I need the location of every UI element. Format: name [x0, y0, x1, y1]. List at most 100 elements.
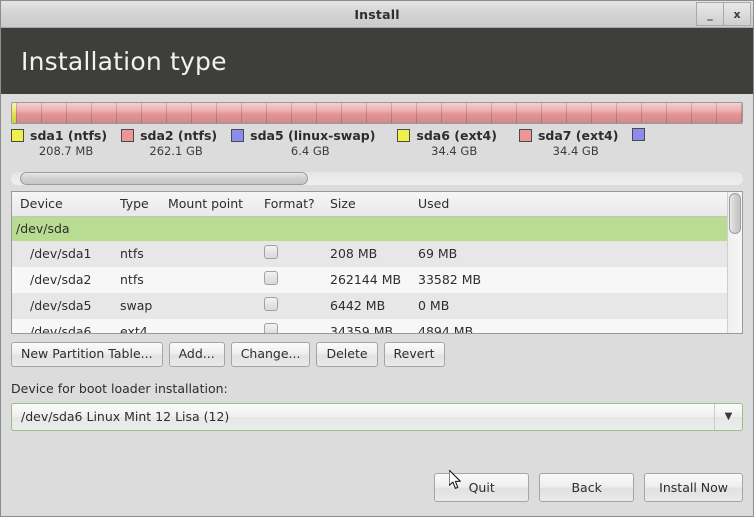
legend-color-swatch-icon — [632, 128, 646, 141]
legend-color-swatch-icon — [518, 129, 532, 142]
format-checkbox[interactable] — [264, 323, 278, 333]
title-bar: Install _ x — [1, 1, 753, 28]
format-checkbox[interactable] — [264, 297, 278, 311]
format-checkbox[interactable] — [264, 271, 278, 285]
cell-used: 69 MB — [418, 241, 727, 267]
window-controls: _ x — [696, 2, 751, 26]
column-header-size[interactable]: Size — [330, 192, 418, 217]
minimize-button[interactable]: _ — [696, 2, 724, 26]
table-header-row: Device Type Mount point Format? Size Use… — [12, 192, 727, 217]
cell-format — [264, 216, 330, 241]
partition-bar-section — [11, 94, 743, 124]
segment-ticks — [16, 103, 742, 123]
partition-table-scrollbar-thumb[interactable] — [729, 193, 741, 234]
legend-item[interactable] — [632, 128, 651, 142]
column-header-type[interactable]: Type — [120, 192, 168, 217]
delete-partition-button[interactable]: Delete — [316, 342, 378, 367]
legend-item-label: sda2 (ntfs) — [140, 128, 218, 143]
legend-item-size: 34.4 GB — [552, 144, 599, 158]
format-checkbox[interactable] — [264, 245, 278, 259]
legend-item-header: sda5 (linux-swap) — [231, 128, 375, 143]
cell-mount-point — [168, 216, 264, 241]
boot-loader-device-select[interactable]: /dev/sda6 Linux Mint 12 Lisa (12) ▼ — [11, 402, 743, 431]
cell-device: /dev/sda1 — [12, 241, 120, 267]
table-row[interactable]: /dev/sda5 swap 6442 MB 0 MB — [12, 293, 727, 319]
cell-used: 33582 MB — [418, 267, 727, 293]
legend-scrollbar-thumb[interactable] — [20, 172, 308, 185]
install-now-button[interactable]: Install Now — [644, 473, 743, 502]
legend-item[interactable]: sda6 (ext4) 34.4 GB — [397, 128, 497, 158]
column-header-mount-point[interactable]: Mount point — [168, 192, 264, 217]
legend-item-header: sda1 (ntfs) — [11, 128, 107, 143]
partition-legend: sda1 (ntfs) 208.7 MB sda2 (ntfs) 262.1 GB sd… — [11, 128, 743, 170]
boot-loader-label: Device for boot loader installation: — [11, 380, 228, 396]
cell-size: 6442 MB — [330, 293, 418, 319]
legend-color-swatch-icon — [231, 129, 245, 142]
cell-device: /dev/sda6 — [12, 319, 120, 333]
table-row[interactable]: /dev/sda6 ext4 34359 MB 4894 MB — [12, 319, 727, 333]
quit-button[interactable]: Quit — [434, 473, 530, 502]
revert-button[interactable]: Revert — [383, 342, 445, 367]
partition-table-vertical-scrollbar[interactable] — [727, 192, 742, 333]
page-title: Installation type — [21, 46, 227, 76]
legend-item-label: sda7 (ext4) — [537, 128, 619, 143]
partition-table: Device Type Mount point Format? Size Use… — [12, 192, 727, 333]
legend-item[interactable]: sda7 (ext4) 34.4 GB — [518, 128, 619, 158]
legend-item-size: 208.7 MB — [38, 144, 94, 158]
add-partition-button[interactable]: Add... — [168, 342, 225, 367]
column-header-device[interactable]: Device — [12, 192, 120, 217]
legend-item-label: sda6 (ext4) — [416, 128, 497, 143]
legend-item[interactable]: sda1 (ntfs) 208.7 MB — [11, 128, 107, 158]
table-row[interactable]: /dev/sda1 ntfs 208 MB 69 MB — [12, 241, 727, 267]
table-row-disk[interactable]: /dev/sda — [12, 216, 727, 241]
cell-used — [418, 216, 727, 241]
legend-color-swatch-icon — [397, 129, 411, 142]
table-row[interactable]: /dev/sda2 ntfs 262144 MB 33582 MB — [12, 267, 727, 293]
cell-type: ntfs — [120, 241, 168, 267]
cell-mount-point — [168, 319, 264, 333]
new-partition-table-button[interactable]: New Partition Table... — [11, 342, 163, 367]
legend-item-header: sda6 (ext4) — [397, 128, 497, 143]
cell-format — [264, 293, 330, 319]
cell-device: /dev/sda2 — [12, 267, 120, 293]
partition-usage-bar[interactable] — [11, 102, 743, 124]
main-content: sda1 (ntfs) 208.7 MB sda2 (ntfs) 262.1 GB sd… — [1, 94, 753, 516]
legend-row: sda1 (ntfs) 208.7 MB sda2 (ntfs) 262.1 GB sd… — [11, 128, 743, 158]
column-header-format[interactable]: Format? — [264, 192, 330, 217]
legend-item-header: sda2 (ntfs) — [121, 128, 217, 143]
cell-type: ext4 — [120, 319, 168, 333]
legend-item[interactable]: sda5 (linux-swap) 6.4 GB — [231, 128, 375, 158]
cell-used: 4894 MB — [418, 319, 727, 333]
legend-item-label: sda5 (linux-swap) — [250, 128, 376, 143]
cell-format — [264, 319, 330, 333]
cell-used: 0 MB — [418, 293, 727, 319]
column-header-used[interactable]: Used — [418, 192, 727, 217]
legend-horizontal-scrollbar[interactable] — [11, 172, 743, 185]
install-window: Install _ x Installation type sda1 (ntfs… — [0, 0, 754, 517]
page-header: Installation type — [1, 28, 753, 94]
partition-action-buttons: New Partition Table... Add... Change... … — [11, 342, 743, 367]
close-icon[interactable]: x — [723, 2, 751, 26]
cell-type — [120, 216, 168, 241]
legend-color-swatch-icon — [11, 129, 24, 142]
chevron-down-icon[interactable]: ▼ — [714, 403, 742, 430]
legend-item[interactable]: sda2 (ntfs) 262.1 GB — [121, 128, 217, 158]
boot-loader-selected-value: /dev/sda6 Linux Mint 12 Lisa (12) — [21, 409, 230, 425]
legend-item-header — [632, 128, 651, 141]
cell-mount-point — [168, 241, 264, 267]
window-title: Install — [354, 6, 400, 22]
partition-bar-segment-sda2[interactable] — [16, 103, 742, 123]
cell-size: 262144 MB — [330, 267, 418, 293]
legend-item-header: sda7 (ext4) — [518, 128, 619, 143]
partition-table-body: /dev/sda/dev/sda1 ntfs 208 MB 69 MB/dev/sda… — [12, 216, 727, 333]
legend-item-size: 34.4 GB — [431, 144, 478, 158]
cell-mount-point — [168, 293, 264, 319]
change-partition-button[interactable]: Change... — [230, 342, 311, 367]
partition-table-head: Device Type Mount point Format? Size Use… — [12, 192, 727, 217]
back-button[interactable]: Back — [539, 473, 635, 502]
legend-item-size: 262.1 GB — [149, 144, 203, 158]
cell-device: /dev/sda5 — [12, 293, 120, 319]
cell-format — [264, 267, 330, 293]
cell-format — [264, 241, 330, 267]
cell-type: swap — [120, 293, 168, 319]
